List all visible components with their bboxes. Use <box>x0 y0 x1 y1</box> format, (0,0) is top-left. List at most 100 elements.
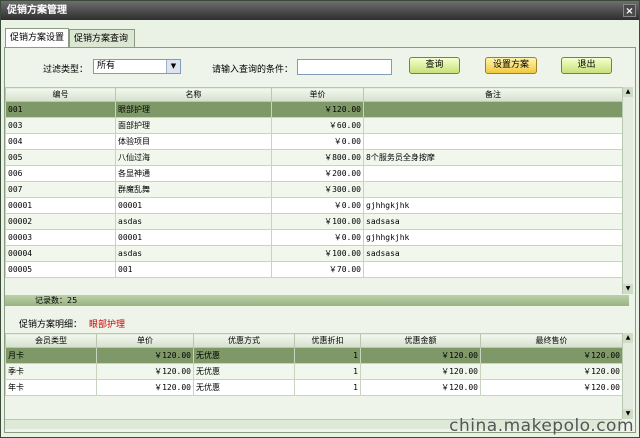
title-bar: 促销方案管理 × <box>1 1 639 20</box>
table-row[interactable]: 001 眼部护理 ￥120.00 <box>5 101 623 118</box>
cell-discount-amount: ￥120.00 <box>360 363 481 380</box>
table-row[interactable]: 006 各显神通 ￥200.00 <box>5 165 623 182</box>
cell-price: ￥200.00 <box>271 165 364 182</box>
filter-type-select[interactable]: 所有 ▼ <box>93 59 181 74</box>
cell-discount-amount: ￥120.00 <box>360 379 481 396</box>
cell-name: 001 <box>115 261 272 278</box>
cell-id: 005 <box>5 149 116 166</box>
table-row[interactable]: 004 体验项目 ￥0.00 <box>5 133 623 150</box>
detail-value: 眼部护理 <box>89 320 126 330</box>
col-header-discount-rate[interactable]: 优惠折扣 <box>294 333 361 348</box>
cell-id: 00002 <box>5 213 116 230</box>
main-table-vscroll[interactable]: ▲ ▼ <box>622 87 633 294</box>
cell-note: gjhhgkjhk <box>363 229 623 246</box>
scroll-up-icon[interactable]: ▲ <box>623 333 633 343</box>
cell-id: 00004 <box>5 245 116 262</box>
tab-label: 促销方案查询 <box>74 34 129 44</box>
filter-type-value: 所有 <box>97 61 116 71</box>
tab-promotion-setup[interactable]: 促销方案设置 <box>5 28 69 48</box>
col-header-member-type[interactable]: 会员类型 <box>5 333 97 348</box>
cell-price: ￥0.00 <box>271 197 364 214</box>
detail-row[interactable]: 季卡 ￥120.00 无优惠 1 ￥120.00 ￥120.00 <box>5 363 623 380</box>
cell-price: ￥60.00 <box>271 117 364 134</box>
detail-row[interactable]: 年卡 ￥120.00 无优惠 1 ￥120.00 ￥120.00 <box>5 379 623 396</box>
cell-id: 00001 <box>5 197 116 214</box>
cell-unit-price: ￥120.00 <box>96 363 194 380</box>
cell-price: ￥100.00 <box>271 213 364 230</box>
col-header-price[interactable]: 单价 <box>271 87 364 102</box>
cell-note: sadsasa <box>363 213 623 230</box>
cell-final-price: ￥120.00 <box>480 363 623 380</box>
cell-price: ￥100.00 <box>271 245 364 262</box>
table-row[interactable]: 00002 asdas ￥100.00 sadsasa <box>5 213 623 230</box>
record-count: 记录数：25 <box>35 296 78 305</box>
detail-table-header: 会员类型 单价 优惠方式 优惠折扣 优惠金额 最终售价 <box>5 333 623 348</box>
cell-discount-method: 无优惠 <box>193 347 295 364</box>
table-row[interactable]: 003 面部护理 ￥60.00 <box>5 117 623 134</box>
cell-name: 群魔乱舞 <box>115 181 272 198</box>
table-row[interactable]: 007 群魔乱舞 ￥300.00 <box>5 181 623 198</box>
promotion-table: 编号 名称 单价 备注 001 眼部护理 ￥120.00 003 面部护理 ￥60.00 0… <box>5 87 623 278</box>
chevron-down-icon[interactable]: ▼ <box>166 60 180 73</box>
close-button[interactable]: × <box>623 4 636 17</box>
setup-plan-button[interactable]: 设置方案 <box>485 57 537 74</box>
cell-id: 006 <box>5 165 116 182</box>
query-condition-input[interactable] <box>297 59 392 75</box>
cell-note: gjhhgkjhk <box>363 197 623 214</box>
cell-price: ￥300.00 <box>271 181 364 198</box>
cell-discount-rate: 1 <box>294 347 361 364</box>
cell-note <box>363 165 623 182</box>
cell-note <box>363 117 623 134</box>
col-header-name[interactable]: 名称 <box>115 87 272 102</box>
tab-label: 促销方案设置 <box>10 33 65 43</box>
table-row[interactable]: 00003 00001 ￥0.00 gjhhgkjhk <box>5 229 623 246</box>
cell-note: sadsasa <box>363 245 623 262</box>
cell-name: 00001 <box>115 197 272 214</box>
col-header-note[interactable]: 备注 <box>363 87 623 102</box>
cell-name: 面部护理 <box>115 117 272 134</box>
cell-note <box>363 101 623 118</box>
tab-promotion-query[interactable]: 促销方案查询 <box>69 29 135 48</box>
cell-final-price: ￥120.00 <box>480 379 623 396</box>
cell-discount-method: 无优惠 <box>193 379 295 396</box>
query-button[interactable]: 查询 <box>409 57 460 74</box>
filter-type-label: 过滤类型： <box>43 65 89 75</box>
col-header-id[interactable]: 编号 <box>5 87 116 102</box>
col-header-final-price[interactable]: 最终售价 <box>480 333 623 348</box>
cell-note <box>363 261 623 278</box>
table-header: 编号 名称 单价 备注 <box>5 87 623 102</box>
table-row[interactable]: 00005 001 ￥70.00 <box>5 261 623 278</box>
window-title: 促销方案管理 <box>7 5 67 16</box>
cell-final-price: ￥120.00 <box>480 347 623 364</box>
cell-name: 体验项目 <box>115 133 272 150</box>
cell-id: 00005 <box>5 261 116 278</box>
detail-table: 会员类型 单价 优惠方式 优惠折扣 优惠金额 最终售价 月卡 ￥120.00 无优惠… <box>5 333 623 396</box>
cell-id: 00003 <box>5 229 116 246</box>
cell-unit-price: ￥120.00 <box>96 379 194 396</box>
cell-price: ￥800.00 <box>271 149 364 166</box>
col-header-unit-price[interactable]: 单价 <box>96 333 194 348</box>
cell-note: 8个服务员全身按摩 <box>363 149 623 166</box>
cell-name: 八仙过海 <box>115 149 272 166</box>
cell-price: ￥0.00 <box>271 229 364 246</box>
col-header-discount-method[interactable]: 优惠方式 <box>193 333 295 348</box>
table-row[interactable]: 00004 asdas ￥100.00 sadsasa <box>5 245 623 262</box>
scroll-down-icon[interactable]: ▼ <box>623 284 633 294</box>
app-window: 促销方案管理 × 促销方案设置 促销方案查询 过滤类型： 所有 ▼ 请输入查询的… <box>0 0 640 438</box>
table-row[interactable]: 00001 00001 ￥0.00 gjhhgkjhk <box>5 197 623 214</box>
cell-unit-price: ￥120.00 <box>96 347 194 364</box>
detail-label: 促销方案明细： <box>19 320 83 330</box>
cell-id: 007 <box>5 181 116 198</box>
cell-discount-amount: ￥120.00 <box>360 347 481 364</box>
exit-button[interactable]: 退出 <box>561 57 612 74</box>
table-row[interactable]: 005 八仙过海 ￥800.00 8个服务员全身按摩 <box>5 149 623 166</box>
cell-id: 003 <box>5 117 116 134</box>
cell-price: ￥120.00 <box>271 101 364 118</box>
scroll-up-icon[interactable]: ▲ <box>623 87 633 97</box>
cell-id: 004 <box>5 133 116 150</box>
watermark: china.makepolo.com <box>449 416 634 436</box>
detail-row[interactable]: 月卡 ￥120.00 无优惠 1 ￥120.00 ￥120.00 <box>5 347 623 364</box>
col-header-discount-amount[interactable]: 优惠金额 <box>360 333 481 348</box>
cell-discount-method: 无优惠 <box>193 363 295 380</box>
detail-table-vscroll[interactable]: ▲ ▼ <box>622 333 633 419</box>
